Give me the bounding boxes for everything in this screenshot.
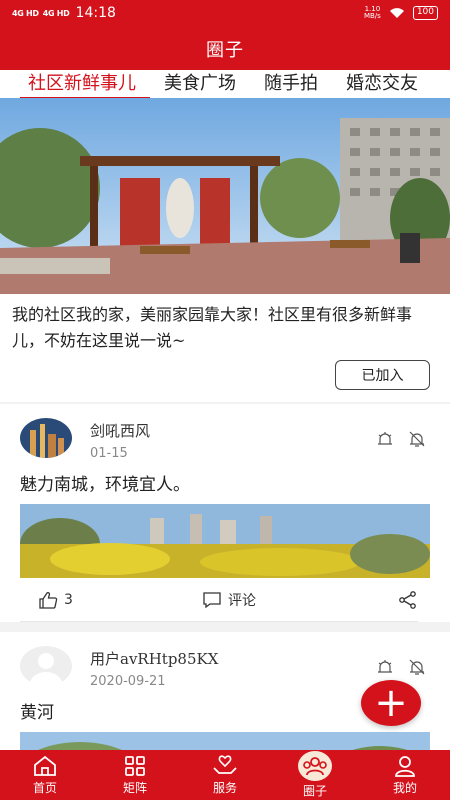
nav-matrix[interactable]: 矩阵 [90, 750, 180, 800]
nav-label: 服务 [212, 781, 237, 795]
clock: 14:18 [75, 5, 116, 21]
post-date: 2020-09-21 [90, 674, 166, 689]
post-text: 魅力南城，环境宜人。 [20, 475, 190, 495]
nav-label: 首页 [32, 781, 57, 795]
status-bar: 4G HD 4G HD 14:18 1.10 MB/s 100 [0, 0, 450, 26]
divider [0, 622, 450, 632]
add-post-button[interactable]: + [361, 680, 421, 726]
share-button[interactable] [398, 590, 418, 609]
nav-circle[interactable]: 圈子 [270, 750, 360, 800]
nav-mine[interactable]: 我的 [360, 750, 450, 800]
comment-button[interactable]: 评论 [202, 590, 256, 610]
tab-community-news[interactable]: 社区新鲜事儿 [0, 70, 150, 98]
post-card: 剑吼西风 01-15 魅力南城，环境宜人。 3 评论 [0, 404, 450, 622]
nav-label: 矩阵 [122, 781, 147, 795]
page-title: 圈子 [206, 40, 244, 61]
tab-food-plaza[interactable]: 美食广场 [150, 70, 250, 98]
nav-label: 圈子 [302, 784, 327, 798]
post-header: 剑吼西风 01-15 [20, 404, 430, 470]
user-icon [395, 756, 415, 777]
signal-2: 4G HD [42, 8, 70, 18]
home-icon [34, 755, 56, 776]
thumbs-up-icon [39, 591, 58, 609]
nav-label: 我的 [392, 781, 417, 795]
like-count: 3 [64, 591, 73, 608]
avatar[interactable] [20, 646, 72, 686]
circle-icon [298, 751, 332, 781]
nav-home[interactable]: 首页 [0, 750, 90, 800]
community-intro: 我的社区我的家，美丽家园靠大家！社区里有很多新鲜事儿，不妨在这里说一说~ 已加入 [0, 294, 450, 402]
wifi-icon [389, 8, 404, 18]
tab-dating[interactable]: 婚恋交友 [332, 70, 432, 98]
post-image[interactable] [20, 732, 430, 750]
intro-text: 我的社区我的家，美丽家园靠大家！社区里有很多新鲜事儿，不妨在这里说一说~ [12, 305, 413, 350]
service-icon [213, 755, 237, 774]
post-date: 01-15 [90, 446, 128, 461]
post-username[interactable]: 剑吼西风 [90, 420, 150, 441]
network-speed: 1.10 MB/s [363, 5, 381, 20]
signal-1: 4G HD [12, 8, 39, 18]
post-image[interactable] [20, 504, 430, 578]
share-icon [399, 590, 416, 609]
mute-icon[interactable] [408, 658, 426, 676]
post-actions: 3 评论 [20, 578, 418, 622]
top-bar: 4G HD 4G HD 14:18 1.10 MB/s 100 圈子 [0, 0, 450, 70]
alert-icon[interactable] [376, 430, 394, 448]
comment-icon [203, 591, 221, 608]
battery-indicator: 100 [412, 6, 438, 20]
avatar[interactable] [20, 418, 72, 458]
joined-button[interactable]: 已加入 [335, 360, 430, 390]
category-tabs: 社区新鲜事儿 美食广场 随手拍 婚恋交友 [0, 70, 450, 98]
post-username[interactable]: 用户avRHtp85KX [90, 648, 218, 669]
community-banner-image [0, 98, 450, 294]
comment-label: 评论 [228, 592, 256, 609]
tab-snapshot[interactable]: 随手拍 [250, 70, 332, 98]
mute-icon[interactable] [408, 430, 426, 448]
bottom-navigation: 首页 矩阵 服务 圈子 我的 [0, 750, 450, 800]
like-button[interactable]: 3 [38, 591, 73, 609]
grid-icon [125, 756, 145, 776]
alert-icon[interactable] [376, 658, 394, 676]
nav-service[interactable]: 服务 [180, 750, 270, 800]
